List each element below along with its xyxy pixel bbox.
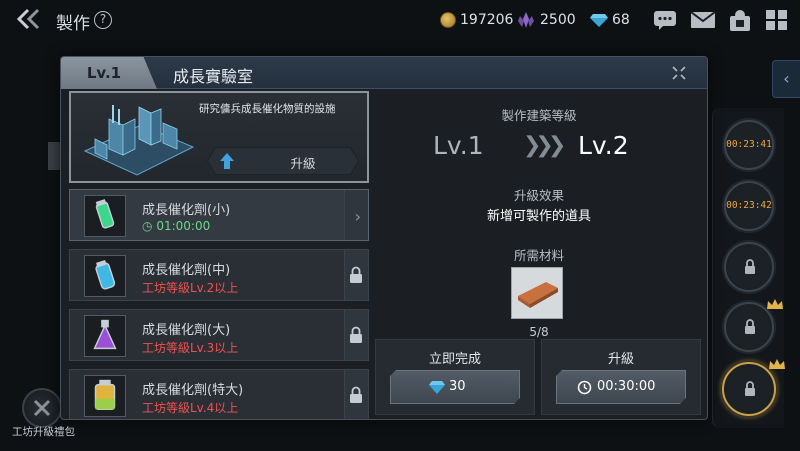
back-arrow-icon[interactable] (16, 8, 46, 30)
item-requirement: 工坊等級Lv.4以上 (142, 401, 239, 415)
queue-timer: 00:23:41 (726, 139, 772, 150)
chevron-right-icon: › (354, 207, 361, 226)
queue-slot-locked-3[interactable] (724, 242, 774, 292)
recipe-item-medium[interactable]: 成長催化劑(中) 工坊等級Lv.2以上 (69, 249, 369, 301)
item-name: 成長催化劑(中) (142, 263, 231, 278)
building-level-heading: 製作建築等級 (501, 108, 577, 123)
mail-icon[interactable] (690, 8, 716, 32)
crystal-resource: 2500 (516, 10, 576, 30)
recipe-item-small[interactable]: 成長催化劑(小) ◷ 01:00:00 › (69, 189, 369, 241)
crystal-value: 2500 (540, 12, 576, 28)
purple-catalyst-icon (84, 315, 126, 357)
lock-icon (350, 326, 362, 343)
building-upgrade-button[interactable]: 升級 (207, 147, 359, 175)
top-bar: 製作 ? 197206 2500 68 (0, 0, 800, 40)
item-name: 成長催化劑(大) (142, 323, 231, 338)
diamond-icon (429, 380, 445, 394)
yellow-catalyst-icon (84, 375, 126, 417)
item-name: 成長催化劑(特大) (142, 383, 244, 398)
item-requirement: 工坊等級Lv.2以上 (142, 281, 239, 295)
lock-icon (745, 259, 755, 274)
queue-timer: 00:23:42 (726, 200, 772, 211)
chat-icon[interactable] (652, 8, 678, 32)
close-icon[interactable] (671, 65, 687, 81)
building-description: 研究傭兵成長催化物質的設施 (199, 103, 336, 115)
lab-building-image (83, 105, 195, 176)
blue-catalyst-icon (84, 255, 126, 297)
building-card: 研究傭兵成長催化物質的設施 升級 (69, 91, 369, 183)
upgrade-details: 製作建築等級 Lv.1 ❯❯❯ Lv.2 升級效果 新增可製作的道具 所需材料 … (373, 91, 705, 417)
lock-icon (350, 266, 362, 283)
side-expand-tab[interactable]: ‹ (772, 60, 800, 98)
lock-icon (350, 386, 362, 403)
item-requirement: 工坊等級Lv.3以上 (142, 341, 239, 355)
workshop-panel: Lv.1 成長實驗室 研究傭兵成長催化物質的設施 升級 成長催化劑(小) ◷ 0… (60, 56, 708, 420)
upgrade-button[interactable]: 00:30:00 (556, 370, 686, 404)
instant-cost: 30 (449, 379, 466, 394)
level-tab: Lv.1 (61, 57, 157, 89)
instant-complete-button[interactable]: 30 (390, 370, 520, 404)
green-catalyst-icon (84, 195, 126, 237)
instant-complete-box: 立即完成 30 (375, 339, 535, 415)
queue-slot-1[interactable]: 00:23:41 (724, 120, 774, 170)
chevron-left-icon: ‹ (783, 69, 790, 88)
clock-icon: ◷ (142, 219, 153, 233)
recipe-column: 研究傭兵成長催化物質的設施 升級 成長催化劑(小) ◷ 01:00:00 › 成… (69, 91, 369, 419)
queue-slot-premium[interactable] (722, 362, 776, 416)
craft-time-value: 01:00:00 (156, 219, 211, 233)
diamond-value: 68 (612, 12, 630, 28)
upgrade-time: 00:30:00 (597, 379, 656, 394)
tools-icon (33, 399, 51, 417)
crown-icon (769, 359, 785, 369)
material-count: 5/8 (529, 325, 549, 339)
upgrade-pack-label: 工坊升級禮包 (12, 426, 75, 438)
materials-heading: 所需材料 (513, 248, 564, 263)
crown-icon (767, 299, 783, 309)
upgrade-title: 升級 (607, 352, 634, 367)
gold-value: 197206 (460, 12, 514, 28)
crystal-icon (518, 12, 534, 28)
help-icon[interactable]: ? (94, 11, 112, 29)
effect-heading: 升級效果 (513, 188, 564, 203)
clock-icon (577, 380, 592, 395)
menu-grid-icon[interactable] (764, 8, 790, 32)
gold-resource: 197206 (440, 10, 513, 30)
page-title: 製作 (56, 14, 90, 34)
up-arrow-icon (219, 152, 235, 170)
recipe-item-extra-large[interactable]: 成長催化劑(特大) 工坊等級Lv.4以上 (69, 369, 369, 419)
lock-icon (745, 319, 755, 334)
material-slot[interactable] (511, 267, 563, 319)
background-element (48, 142, 60, 170)
character-icon[interactable] (727, 8, 753, 32)
level-arrows-icon: ❯❯❯ (523, 133, 566, 158)
panel-header: Lv.1 成長實驗室 (61, 57, 707, 89)
item-craft-time: ◷ 01:00:00 (142, 219, 210, 233)
upgrade-button-label: 升級 (290, 156, 316, 171)
instant-complete-title: 立即完成 (428, 352, 481, 367)
next-level: Lv.2 (578, 131, 629, 160)
wood-plank-icon (518, 282, 558, 308)
upgrade-pack-button[interactable] (22, 388, 62, 428)
upgrade-box: 升級 00:30:00 (541, 339, 701, 415)
recipe-item-large[interactable]: 成長催化劑(大) 工坊等級Lv.3以上 (69, 309, 369, 361)
diamond-resource: 68 (590, 10, 630, 30)
coin-icon (440, 12, 456, 28)
item-name: 成長催化劑(小) (142, 203, 231, 218)
lock-icon (745, 381, 755, 396)
queue-slot-2[interactable]: 00:23:42 (724, 181, 774, 231)
effect-text: 新增可製作的道具 (486, 209, 591, 224)
diamond-icon (590, 14, 608, 27)
panel-title: 成長實驗室 (173, 67, 254, 86)
current-level: Lv.1 (433, 131, 484, 160)
